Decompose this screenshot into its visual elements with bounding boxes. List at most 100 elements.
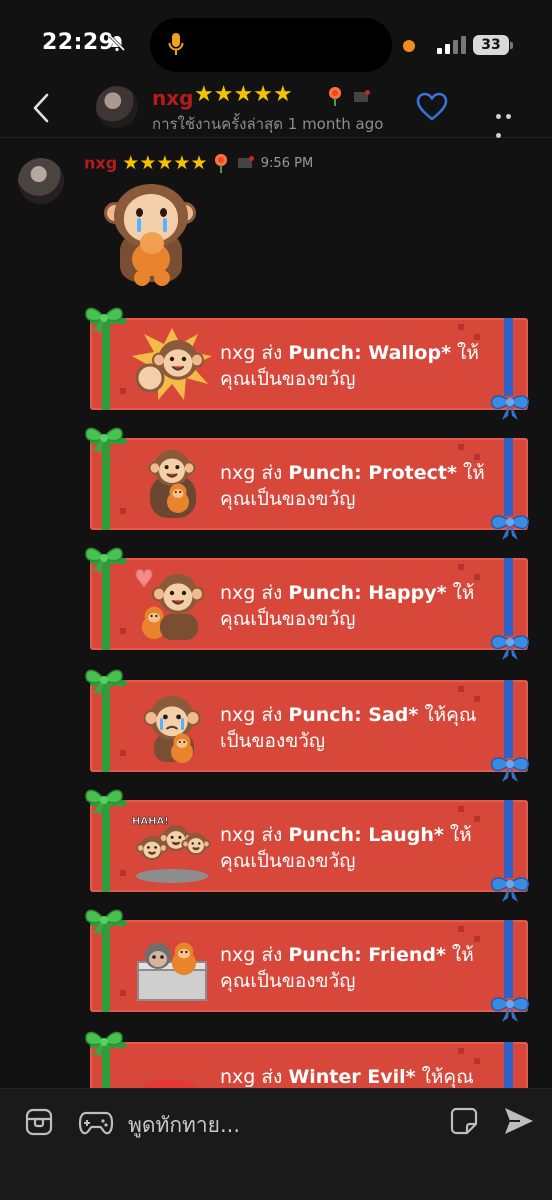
message-composer: พูดทักทาย...	[0, 1088, 552, 1200]
star-icon: ★	[156, 152, 174, 174]
rose-icon	[213, 154, 229, 173]
star-icon: ★	[194, 82, 214, 107]
rating-stars: ★★★★★	[194, 84, 293, 106]
gift-prefix: nxg ส่ง	[220, 342, 289, 364]
star-icon: ★	[122, 152, 140, 174]
green-bow-icon	[85, 669, 123, 696]
star-icon: ★	[233, 82, 254, 107]
gift-card[interactable]: HAHA! nxg ส่ง Punch: Laugh* ให้คุณเป็นของ…	[85, 789, 529, 902]
more-icon[interactable]	[496, 104, 524, 138]
sender-avatar[interactable]	[18, 158, 64, 204]
gift-text: nxg ส่ง Punch: Friend* ให้คุณเป็นของขวัญ	[220, 942, 490, 994]
blue-bow-icon	[491, 757, 529, 782]
gift-prefix: nxg ส่ง	[220, 1066, 289, 1088]
recording-indicator	[403, 40, 415, 52]
gift-text: nxg ส่ง Punch: Wallop* ให้คุณเป็นของขวัญ	[220, 340, 490, 392]
star-icon: ★	[190, 152, 208, 174]
last-seen: การใช้งานครั้งล่าสุด 1 month ago	[152, 115, 384, 133]
gift-prefix: nxg ส่ง	[220, 944, 289, 966]
gift-pattern	[120, 750, 126, 756]
heart-icon[interactable]	[416, 92, 448, 122]
gift-pattern	[458, 926, 464, 932]
gift-card[interactable]: nxg ส่ง Punch: Sad* ให้คุณเป็นของขวัญ	[85, 669, 529, 782]
gift-icon[interactable]	[24, 1107, 54, 1137]
gift-card[interactable]: nxg ส่ง Punch: Wallop* ให้คุณเป็นของขวัญ	[85, 307, 529, 420]
gift-pattern	[120, 388, 126, 394]
gift-prefix: nxg ส่ง	[220, 704, 289, 726]
gift-item-name: Winter Evil*	[288, 1066, 416, 1088]
green-bow-icon	[85, 789, 123, 816]
gift-item-name: Punch: Wallop*	[288, 342, 452, 364]
message-time: 9:56 PM	[260, 155, 314, 171]
green-bow-icon	[85, 307, 123, 334]
status-time: 22:29	[42, 30, 115, 55]
gift-item-name: Punch: Protect*	[288, 462, 457, 484]
chat-title[interactable]: nxg	[152, 86, 193, 110]
gift-sticker-image	[148, 450, 196, 518]
blue-bow-icon	[491, 877, 529, 902]
sender-name[interactable]: nxg	[84, 154, 117, 173]
flag-icon	[354, 90, 370, 102]
gift-item-name: Punch: Happy*	[288, 582, 447, 604]
gift-item-name: Punch: Friend*	[288, 944, 446, 966]
gift-sticker-image	[132, 328, 212, 400]
sticker-icon[interactable]	[450, 1107, 478, 1135]
gift-pattern	[120, 508, 126, 514]
star-icon: ★	[253, 82, 273, 107]
blue-bow-icon	[491, 395, 529, 420]
status-bar: 22:29 33	[0, 0, 552, 88]
gift-prefix: nxg ส่ง	[220, 824, 289, 846]
message-meta: nxg ★★★★★ 9:56 PM	[84, 152, 313, 174]
gift-card[interactable]: nxg ส่ง Punch: Happy* ให้คุณเป็นของขวัญ	[85, 547, 529, 660]
gift-sticker-image	[137, 942, 207, 1001]
message-input[interactable]: พูดทักทาย...	[128, 1109, 240, 1142]
rose-icon	[327, 87, 343, 106]
star-icon: ★	[173, 152, 191, 174]
star-icon: ★	[272, 82, 293, 107]
star-icon: ★	[213, 82, 234, 107]
green-bow-icon	[85, 909, 123, 936]
battery-indicator: 33	[473, 35, 513, 55]
dynamic-island	[150, 18, 392, 72]
gift-pattern	[120, 990, 126, 996]
gift-sticker-image: HAHA!	[132, 816, 211, 883]
gift-text: nxg ส่ง Punch: Laugh* ให้คุณเป็นของขวัญ	[220, 822, 490, 874]
gift-sticker-image	[135, 569, 204, 640]
gift-card[interactable]: nxg ส่ง Punch: Friend* ให้คุณเป็นของขวัญ	[85, 909, 529, 1022]
gift-item-name: Punch: Laugh*	[288, 824, 444, 846]
blue-bow-icon	[491, 515, 529, 540]
send-icon[interactable]	[502, 1105, 536, 1137]
gift-prefix: nxg ส่ง	[220, 582, 289, 604]
gift-pattern	[458, 686, 464, 692]
blue-bow-icon	[491, 635, 529, 660]
gift-prefix: nxg ส่ง	[220, 462, 289, 484]
gift-item-name: Punch: Sad*	[288, 704, 419, 726]
monkey-sticker[interactable]	[104, 180, 200, 290]
rating-stars: ★★★★★	[122, 152, 207, 174]
gift-pattern	[458, 564, 464, 570]
microphone-icon	[168, 33, 184, 55]
gift-text: nxg ส่ง Punch: Happy* ให้คุณเป็นของขวัญ	[220, 580, 490, 632]
chevron-left-icon[interactable]	[30, 92, 54, 124]
green-bow-icon	[85, 427, 123, 454]
gift-card[interactable]: nxg ส่ง Punch: Protect* ให้คุณเป็นของขวั…	[85, 427, 529, 540]
gift-pattern	[120, 870, 126, 876]
gift-text: nxg ส่ง Punch: Protect* ให้คุณเป็นของขวั…	[220, 460, 490, 512]
flag-icon	[237, 156, 254, 168]
haha-text: HAHA!	[132, 816, 169, 827]
gift-pattern	[120, 628, 126, 634]
gift-sticker-image	[143, 696, 201, 763]
chat-header: nxg ★★★★★ การใช้งานครั้งล่าสุด 1 month a…	[0, 80, 552, 138]
gift-pattern	[458, 444, 464, 450]
gamepad-icon[interactable]	[78, 1109, 114, 1137]
gift-text: nxg ส่ง Punch: Sad* ให้คุณเป็นของขวัญ	[220, 702, 490, 754]
blue-bow-icon	[491, 997, 529, 1022]
gift-pattern	[458, 324, 464, 330]
bell-slash-icon	[108, 34, 126, 52]
avatar[interactable]	[96, 86, 138, 128]
gift-pattern	[458, 1048, 464, 1054]
star-icon: ★	[139, 152, 157, 174]
signal-icon	[437, 36, 466, 54]
gift-pattern	[458, 806, 464, 812]
green-bow-icon	[85, 547, 123, 574]
